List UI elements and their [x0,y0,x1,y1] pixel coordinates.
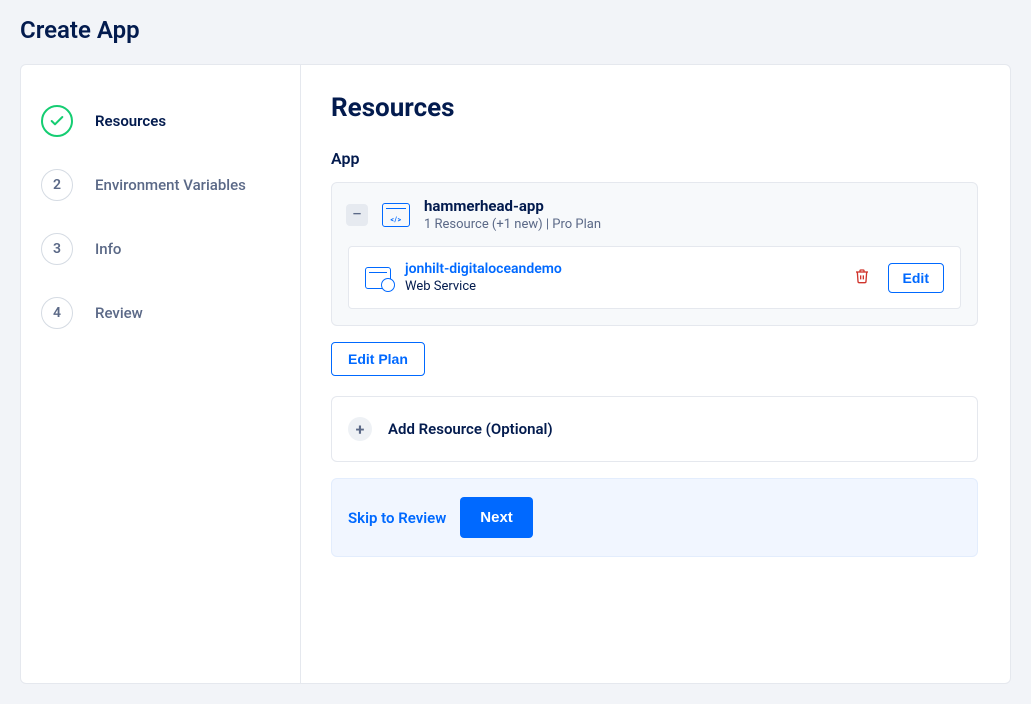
edit-plan-button[interactable]: Edit Plan [331,342,425,376]
skip-to-review-link[interactable]: Skip to Review [348,509,446,527]
resource-name[interactable]: jonhilt-digitaloceandemo [405,261,562,277]
web-service-icon [365,267,391,289]
check-icon [41,105,73,137]
trash-icon[interactable] [854,268,870,288]
wizard-card: Resources 2 Environment Variables 3 Info… [20,64,1011,684]
plus-icon: + [348,417,372,441]
step-label: Review [95,304,143,322]
add-resource-button[interactable]: + Add Resource (Optional) [331,396,978,462]
resource-type: Web Service [405,279,562,294]
main-panel: Resources App − </> hammerhead-app 1 Res… [301,65,1010,683]
add-resource-label: Add Resource (Optional) [388,420,553,438]
step-number: 2 [41,169,73,201]
footer-bar: Skip to Review Next [331,478,978,557]
app-box: − </> hammerhead-app 1 Resource (+1 new)… [331,182,978,326]
app-meta: 1 Resource (+1 new) | Pro Plan [424,217,601,232]
step-env-vars[interactable]: 2 Environment Variables [41,153,280,217]
step-label: Resources [95,112,166,130]
next-button[interactable]: Next [460,497,533,538]
stepper: Resources 2 Environment Variables 3 Info… [21,65,301,683]
page-title: Create App [0,0,1031,64]
step-label: Environment Variables [95,176,246,194]
app-icon: </> [382,203,410,227]
collapse-icon[interactable]: − [346,204,368,226]
step-label: Info [95,240,121,258]
resource-row: jonhilt-digitaloceandemo Web Service Edi… [348,246,961,309]
main-heading: Resources [331,93,978,123]
edit-button[interactable]: Edit [888,263,944,293]
step-resources[interactable]: Resources [41,89,280,153]
step-number: 4 [41,297,73,329]
app-section-label: App [331,149,978,168]
app-name: hammerhead-app [424,197,601,215]
step-review[interactable]: 4 Review [41,281,280,345]
step-info[interactable]: 3 Info [41,217,280,281]
step-number: 3 [41,233,73,265]
app-header: − </> hammerhead-app 1 Resource (+1 new)… [332,183,977,246]
